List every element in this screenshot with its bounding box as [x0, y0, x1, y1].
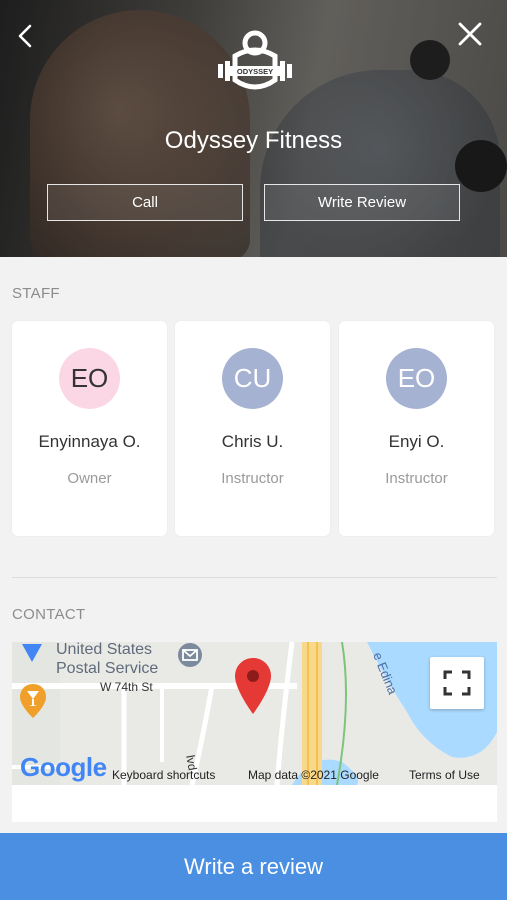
logo-text: ODYSSEY — [237, 67, 273, 76]
contact-card-footer — [12, 785, 497, 822]
staff-name: Enyi O. — [388, 432, 445, 451]
staff-role: Owner — [67, 470, 112, 487]
chevron-left-icon[interactable] — [12, 22, 40, 50]
section-divider — [12, 577, 497, 578]
staff-name: Enyinnaya O. — [38, 432, 141, 451]
write-review-button[interactable]: Write Review — [264, 184, 460, 221]
odyssey-logo: ODYSSEY — [218, 30, 292, 90]
hero-banner: ODYSSEY Odyssey Fitness Call Write Revie… — [0, 0, 507, 257]
contact-section-title: CONTACT — [12, 606, 86, 623]
call-button-label: Call — [132, 194, 158, 211]
close-icon[interactable] — [456, 20, 484, 48]
staff-role: Instructor — [221, 470, 284, 487]
map-data-text: Map data ©2021 Google — [248, 768, 379, 782]
terms-link[interactable]: Terms of Use — [409, 768, 480, 782]
map-view[interactable]: United States Postal Service W 74th St e… — [12, 642, 497, 785]
map-pin-icon[interactable] — [235, 658, 271, 714]
map-poi-label: United States Postal Service — [56, 642, 184, 678]
call-button[interactable]: Call — [47, 184, 243, 221]
write-review-button-label: Write Review — [317, 194, 407, 211]
google-logo: Google — [20, 752, 107, 783]
map-fullscreen-button[interactable] — [430, 657, 484, 709]
staff-card[interactable]: CU Chris U. Instructor — [175, 321, 330, 536]
avatar: CU — [222, 348, 283, 409]
map-poi-name: United States Postal Service — [56, 642, 159, 677]
bar-poi-icon[interactable] — [20, 684, 46, 718]
write-a-review-button[interactable]: Write a review — [0, 833, 507, 900]
avatar: EO — [386, 348, 447, 409]
staff-section-title: STAFF — [12, 285, 60, 302]
keyboard-shortcuts-link[interactable]: Keyboard shortcuts — [112, 768, 215, 782]
staff-card[interactable]: EO Enyi O. Instructor — [339, 321, 494, 536]
google-text: Google — [20, 752, 107, 782]
fullscreen-icon — [443, 670, 471, 696]
write-a-review-label: Write a review — [184, 853, 323, 879]
staff-role: Instructor — [385, 470, 448, 487]
map-pin-icon[interactable] — [20, 642, 44, 664]
gym-name: Odyssey Fitness — [164, 127, 343, 154]
staff-card[interactable]: EO Enyinnaya O. Owner — [12, 321, 167, 536]
avatar: EO — [59, 348, 120, 409]
staff-name: Chris U. — [221, 432, 284, 451]
street-label: W 74th St — [100, 680, 153, 694]
